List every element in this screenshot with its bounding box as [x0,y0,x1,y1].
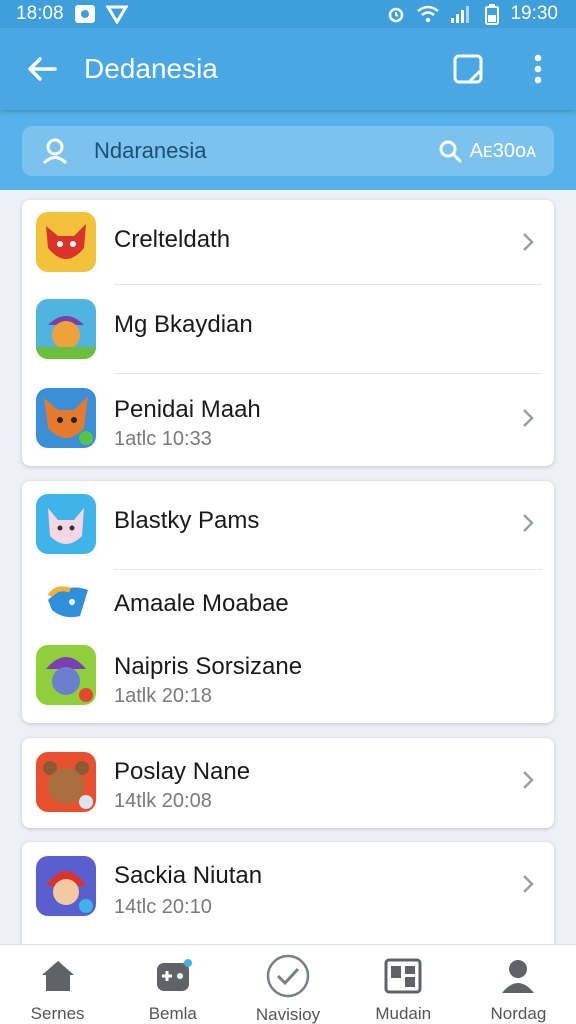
nav-label: Sernes [30,1004,85,1023]
signal-icon [450,4,474,24]
contact-list-card: Sackia Niutan 14tlc 20:10 [22,842,554,952]
list-item[interactable]: Poslay Nane 14tlk 20:08 [22,738,554,828]
purple-hat-cat-avatar [36,299,96,359]
bottom-navigation: Sernes Bemla Navisioy Mudain Nordag [0,944,576,1024]
status-time-right: 19:30 [510,3,558,24]
list-item-name: Penidai Maah [114,396,261,423]
nav-item-profile[interactable]: Nordag [461,945,576,1024]
list-item[interactable]: Naipris Sorsizane 1atlk 20:18 [22,639,554,723]
contact-list-card: Poslay Nane 14tlk 20:08 [22,738,554,828]
status-bar: 18:08 19:30 [0,0,576,28]
alarm-icon [386,4,406,24]
contact-list-card: Crelteldath Mg Bkaydian Penidai Maah 1at… [22,200,554,466]
edit-button[interactable] [436,28,500,110]
status-time-left: 18:08 [16,3,64,24]
nav-label: Bemla [148,1004,197,1023]
pink-cat-avatar [36,494,96,554]
more-vertical-icon [534,54,542,84]
check-circle-icon [266,954,310,998]
purple-witch-avatar [36,645,96,705]
list-item-name: Crelteldath [114,226,231,253]
list-item-timestamp: 1atlc 10:33 [114,428,212,450]
nav-item-games[interactable]: Bemla [115,945,230,1024]
search-button[interactable]: Aᴇ30ᴏᴀ [438,139,536,163]
person-icon [499,955,537,996]
list-item-name: Poslay Nane [114,758,251,785]
list-item[interactable]: Amaale Moabae [22,570,554,638]
nav-item-media[interactable]: Mudain [346,945,461,1024]
brown-bear-avatar [36,752,96,812]
red-fox-avatar [36,212,96,272]
nav-label: Nordag [490,1004,547,1023]
chevron-right-icon [523,514,534,532]
list-item-name: Sackia Niutan [114,862,263,889]
home-icon [38,955,78,996]
red-hair-girl-avatar [36,856,96,916]
chevron-right-icon [523,771,534,789]
search-icon [439,140,462,163]
search-button-label: Aᴇ30ᴏᴀ [469,139,536,162]
list-item[interactable]: Mg Bkaydian [22,285,554,373]
orange-fox-avatar [36,388,96,448]
list-item-name: Amaale Moabae [114,590,289,617]
back-arrow-icon [28,57,57,81]
chevron-right-icon [523,409,534,427]
app-bar: Dedanesia [0,28,576,110]
list-item[interactable]: Crelteldath [22,200,554,284]
list-item-timestamp: 1atlk 20:18 [114,685,212,707]
nav-label: Mudain [375,1004,432,1023]
list-item[interactable]: Penidai Maah 1atlc 10:33 [22,374,554,466]
nav-label: Navisioy [255,1005,321,1024]
nav-item-home[interactable]: Sernes [0,945,115,1024]
wifi-icon [416,4,440,24]
nav-item-check[interactable]: Navisioy [230,945,345,1024]
list-item-timestamp: 14tlk 20:08 [114,790,212,812]
list-item[interactable]: Sackia Niutan 14tlc 20:10 [22,842,554,932]
battery-icon [484,3,500,25]
list-item[interactable]: Blastky Pams [22,481,554,567]
contact-list-card: Blastky Pams Amaale Moabae Naipris Sorsi… [22,481,554,723]
list-item-name: Blastky Pams [114,507,260,534]
back-button[interactable] [0,28,84,110]
chevron-right-icon [523,875,534,893]
list-item-timestamp: 14tlc 20:10 [114,896,212,918]
blue-bird-avatar [36,576,96,636]
gallery-icon [384,955,422,996]
chevron-right-icon [523,233,534,251]
edit-note-icon [453,54,483,84]
page-title: Dedanesia [84,53,218,84]
list-item-name: Mg Bkaydian [114,311,253,338]
user-search-icon [42,138,68,165]
list-item-name: Naipris Sorsizane [114,653,303,680]
game-controller-icon [153,955,193,996]
search-input[interactable] [94,131,438,171]
search-bar: Aᴇ30ᴏᴀ [0,110,576,190]
more-options-button[interactable] [500,28,576,110]
location-icon [105,4,128,24]
notification-icon [74,4,96,24]
search-box: Aᴇ30ᴏᴀ [22,126,554,176]
